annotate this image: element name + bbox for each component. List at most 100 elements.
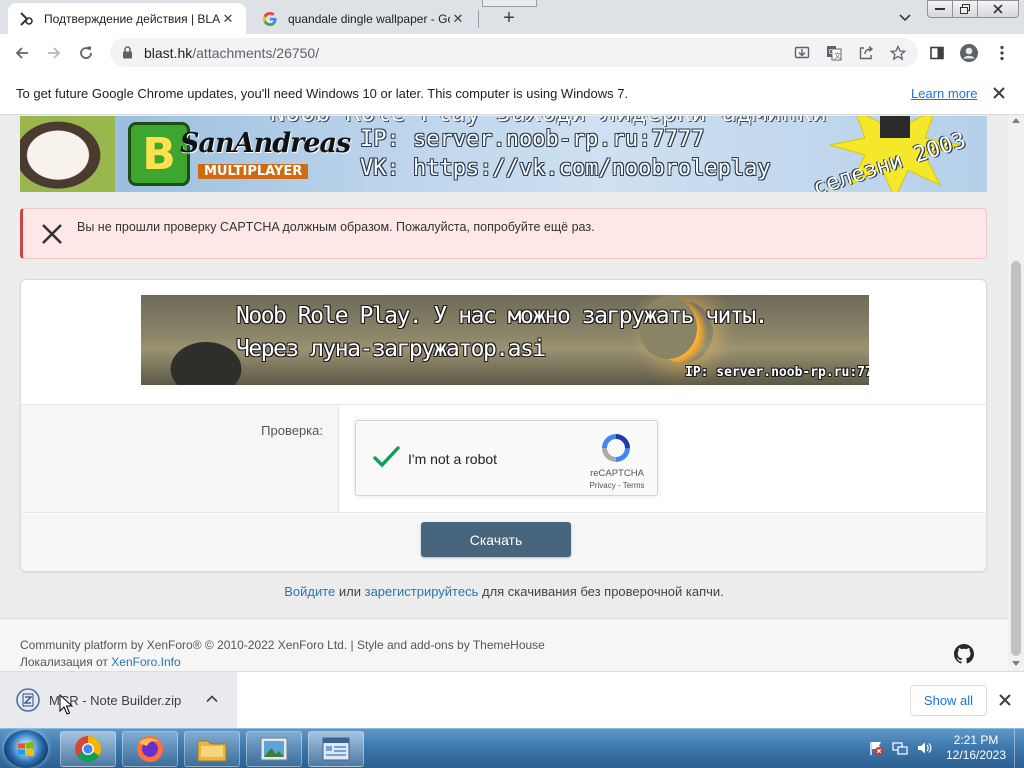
page-footer: Community platform by XenForo® © 2010-20… (0, 618, 1008, 671)
infobar-message: To get future Google Chrome updates, you… (16, 86, 629, 101)
footer-localization: Локализация от XenForo.Info (20, 655, 181, 669)
show-all-downloads-button[interactable]: Show all (910, 685, 987, 716)
close-shelf-icon[interactable] (997, 692, 1013, 708)
xenforo-info-link[interactable]: XenForo.Info (111, 655, 180, 669)
mid-banner-ip: IP: server.noob-rp.ru:7777 (685, 365, 869, 380)
blast-favicon-icon (18, 11, 34, 27)
recaptcha-widget: I'm not a robot reCAPTCHA Privacy - Term… (355, 420, 658, 496)
minimize-button[interactable] (927, 0, 953, 18)
clock-time: 2:21 PM (953, 733, 999, 747)
profile-avatar-icon (960, 44, 978, 62)
recaptcha-logo-icon (602, 434, 630, 462)
update-infobar: To get future Google Chrome updates, you… (0, 71, 1024, 115)
banner-heading: Noob Role Play заходи лидерки админки (270, 116, 827, 127)
banner-ip: IP: server.noob-rp.ru:7777 (360, 127, 705, 152)
side-panel-icon (930, 46, 944, 60)
forward-button[interactable] (40, 39, 68, 67)
page-viewport: B SanAndreas MULTIPLAYER Noob Role Play … (0, 116, 1008, 671)
tab-title: Подтверждение действия | BLA (44, 11, 220, 26)
close-tab-icon[interactable]: ✕ (450, 11, 466, 27)
lock-icon[interactable] (120, 46, 134, 60)
samp-logo-text: SanAndreas (180, 128, 351, 159)
captcha-label: Проверка: (261, 423, 323, 438)
translate-icon[interactable]: G文 (825, 44, 843, 62)
submit-row: Скачать (21, 514, 986, 571)
google-favicon-icon (262, 11, 278, 27)
chrome-menu-button[interactable] (988, 39, 1016, 67)
learn-more-link[interactable]: Learn more (911, 86, 977, 101)
restore-button[interactable] (952, 0, 978, 18)
login-link[interactable]: Войдите (284, 584, 335, 599)
tab-active[interactable]: Подтверждение действия | BLA ✕ (8, 3, 246, 34)
download-shelf: MCR - Note Builder.zip Show all (0, 671, 1024, 728)
close-tab-icon[interactable]: ✕ (220, 11, 236, 27)
mid-banner-line2: Через луна-загружатор.asi (236, 336, 546, 362)
profile-button[interactable] (955, 39, 983, 67)
taskbar-explorer-button[interactable] (184, 731, 240, 767)
scroll-down-arrow-icon[interactable] (1012, 661, 1020, 666)
login-rest-text: для скачивания без проверочной капчи. (478, 584, 724, 599)
login-register-line: Войдите или зарегистрируйтесь для скачив… (0, 584, 1008, 599)
tab-search-chevron-icon[interactable] (895, 8, 915, 28)
taskbar-firefox-button[interactable] (122, 731, 178, 767)
chrome-icon (75, 736, 102, 763)
zip-file-icon (16, 688, 40, 712)
recaptcha-brand: reCAPTCHA (590, 468, 644, 479)
download-block: Noob Role Play. У нас можно загружать чи… (20, 279, 987, 572)
infobar-close-icon[interactable] (990, 84, 1008, 102)
back-button[interactable] (8, 39, 36, 67)
folder-icon (197, 740, 227, 762)
url-path: /attachments/26750/ (192, 44, 320, 61)
taskbar-clock[interactable]: 2:21 PM 12/16/2023 (940, 733, 1012, 763)
reload-icon (80, 46, 92, 59)
windows-taskbar: 2:21 PM 12/16/2023 (0, 728, 1024, 768)
captcha-error-alert: Вы не прошли проверку CAPTCHA должным об… (20, 208, 987, 259)
taskbar-chrome-button[interactable] (60, 731, 116, 767)
download-button[interactable]: Скачать (421, 522, 571, 557)
firefox-icon (137, 736, 163, 762)
window-close-button[interactable] (977, 0, 1019, 18)
address-bar[interactable]: blast.hk/attachments/26750/ G文 (110, 38, 918, 67)
recaptcha-privacy-terms[interactable]: Privacy - Terms (582, 481, 652, 490)
register-link[interactable]: зарегистрируйтесь (365, 584, 479, 599)
mouse-cursor-icon (59, 694, 73, 715)
tab-separator (478, 10, 479, 28)
start-button[interactable] (4, 730, 48, 768)
url-host: blast.hk (144, 44, 193, 61)
mid-banner-line1: Noob Role Play. У нас можно загружать чи… (236, 303, 768, 329)
server-banner-mid[interactable]: Noob Role Play. У нас можно загружать чи… (141, 295, 869, 385)
photo-viewer-icon (260, 737, 288, 761)
samp-logo-subtitle: MULTIPLAYER (198, 164, 309, 179)
windows-logo-icon (18, 741, 34, 757)
recaptcha-checkbox[interactable] (370, 441, 402, 473)
reload-button[interactable] (72, 39, 100, 67)
footer-localization-prefix: Локализация от (20, 655, 112, 669)
download-item[interactable]: MCR - Note Builder.zip (0, 672, 237, 728)
taskbar-photo-viewer-button[interactable] (246, 731, 302, 767)
more-vert-icon (1000, 45, 1004, 61)
side-panel-button[interactable] (923, 39, 951, 67)
taskbar-app-button[interactable] (308, 731, 364, 767)
volume-icon[interactable] (916, 740, 932, 756)
new-tab-button[interactable]: + (496, 6, 522, 30)
server-banner-top[interactable]: B SanAndreas MULTIPLAYER Noob Role Play … (20, 116, 987, 192)
tab-inactive[interactable]: quandale dingle wallpaper - Goo ✕ (252, 3, 476, 34)
scroll-up-arrow-icon[interactable] (1012, 118, 1020, 123)
share-icon[interactable] (857, 44, 875, 62)
install-app-icon[interactable] (793, 44, 811, 62)
captcha-form-row: Проверка: I'm not a robot reCAPTCHA Priv… (21, 404, 986, 513)
page-scrollbar[interactable] (1008, 116, 1024, 671)
tab-strip: Подтверждение действия | BLA ✕ quandale … (0, 0, 1024, 34)
network-icon[interactable] (892, 740, 908, 756)
svg-text:文: 文 (834, 51, 841, 60)
scrollbar-thumb[interactable] (1011, 261, 1021, 656)
browser-toolbar: blast.hk/attachments/26750/ G文 (0, 34, 1024, 71)
forward-arrow-icon (48, 47, 61, 59)
bookmark-star-icon[interactable] (889, 44, 907, 62)
chevron-up-icon[interactable] (205, 692, 219, 706)
action-center-flag-icon[interactable] (868, 740, 884, 756)
show-desktop-button[interactable] (1014, 729, 1024, 768)
back-arrow-icon (15, 47, 28, 59)
github-icon[interactable] (954, 644, 974, 664)
clock-date: 12/16/2023 (945, 748, 1007, 762)
